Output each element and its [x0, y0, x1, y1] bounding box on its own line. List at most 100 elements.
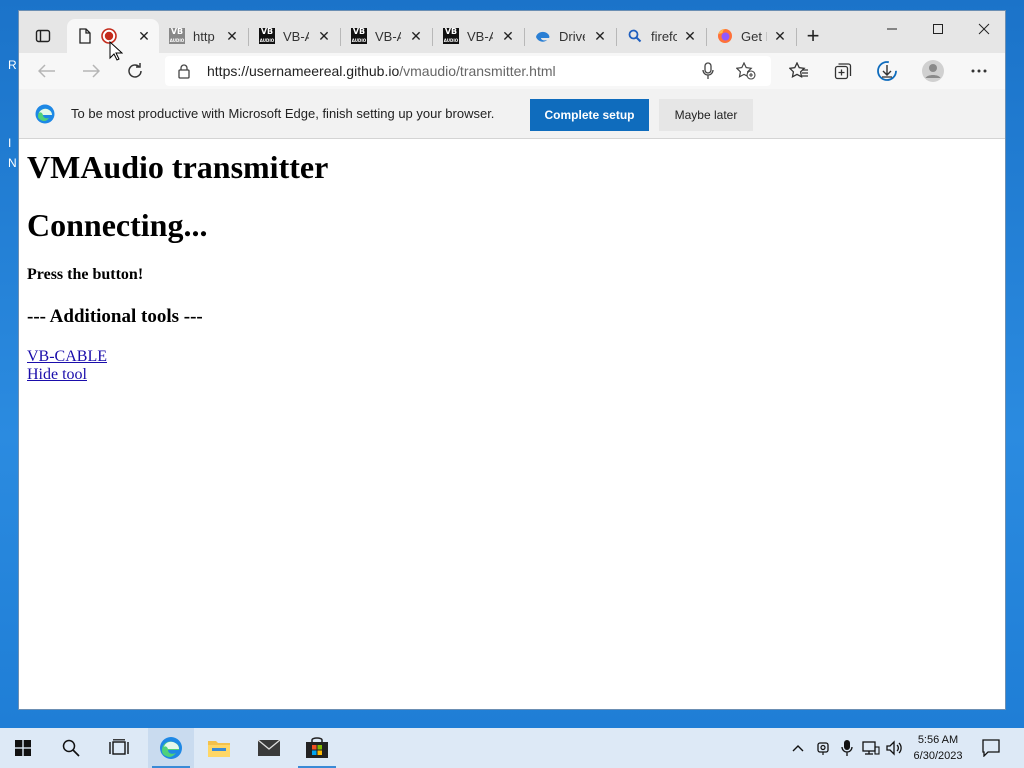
tab-actions-button[interactable]: [29, 23, 57, 49]
favorites-icon: [789, 62, 808, 79]
url-path: /vmaudio/transmitter.html: [399, 63, 556, 79]
taskbar-file-explorer[interactable]: [196, 728, 242, 768]
show-hidden-icons-button[interactable]: [788, 738, 808, 758]
taskbar-store[interactable]: [294, 728, 340, 768]
edge-icon: [160, 737, 182, 759]
edge-drive-icon: [535, 28, 551, 44]
forward-button[interactable]: [77, 59, 105, 83]
setup-infobar: To be most productive with Microsoft Edg…: [19, 89, 1005, 139]
new-tab-button[interactable]: +: [801, 25, 825, 49]
start-button[interactable]: [0, 728, 46, 768]
more-icon: [971, 69, 987, 73]
edge-logo-icon: [35, 104, 55, 124]
browser-toolbar: https://usernameereal.github.io/vmaudio/…: [19, 53, 1005, 89]
taskbar-mail[interactable]: [246, 728, 292, 768]
download-icon: [877, 61, 897, 81]
tab-label: Get I: [741, 28, 767, 44]
lock-icon[interactable]: [177, 63, 191, 84]
complete-setup-button[interactable]: Complete setup: [530, 99, 649, 131]
tab-get-firefox[interactable]: Get I ✕: [707, 19, 795, 53]
firefox-icon: [717, 28, 733, 44]
tray-volume[interactable]: [885, 738, 905, 758]
profile-button[interactable]: [919, 59, 947, 83]
collections-button[interactable]: [829, 59, 857, 83]
volume-icon: [886, 740, 902, 756]
voice-search-button[interactable]: [697, 61, 719, 81]
notifications-button[interactable]: [981, 738, 1001, 758]
windows-icon: [15, 740, 31, 756]
tray-network[interactable]: [861, 738, 881, 758]
page-title: VMAudio transmitter: [27, 149, 329, 185]
network-icon: [862, 741, 880, 755]
add-favorite-button[interactable]: [735, 61, 757, 81]
tab-close-icon[interactable]: ✕: [773, 28, 787, 45]
task-view-icon: [109, 739, 129, 755]
tray-webcam[interactable]: [813, 738, 833, 758]
tab-label: VB-A: [375, 28, 401, 44]
vb-cable-link[interactable]: VB-CABLE: [27, 348, 999, 366]
chevron-up-icon: [792, 745, 804, 752]
star-add-icon: [736, 62, 756, 80]
tools-heading: --- Additional tools ---: [27, 306, 203, 327]
address-bar[interactable]: https://usernameereal.github.io/vmaudio/…: [165, 56, 771, 86]
mail-icon: [257, 739, 281, 756]
tab-close-icon[interactable]: ✕: [225, 28, 239, 45]
back-button[interactable]: [33, 59, 61, 83]
search-button[interactable]: [48, 728, 94, 768]
camera-icon: [817, 742, 829, 755]
tab-label: VB-A: [283, 28, 309, 44]
hide-tool-link[interactable]: Hide tool: [27, 366, 999, 384]
search-icon: [627, 28, 643, 44]
tab-close-icon[interactable]: ✕: [137, 28, 151, 45]
taskbar-clock[interactable]: 5:56 AM 6/30/2023: [905, 732, 971, 764]
tab-vb-audio-3[interactable]: VBAUDIO VB-A ✕: [433, 19, 523, 53]
minimize-button[interactable]: [869, 15, 915, 43]
tab-close-icon[interactable]: ✕: [317, 28, 331, 45]
refresh-icon: [128, 63, 142, 78]
maximize-icon: [933, 24, 943, 34]
folder-icon: [208, 741, 230, 757]
mouse-cursor-icon: [109, 41, 123, 61]
search-icon: [62, 739, 80, 757]
desktop-icon-label: R: [8, 58, 17, 72]
tab-http[interactable]: VB AUDIO http ✕: [159, 19, 247, 53]
tab-label: http: [193, 28, 215, 44]
url-text[interactable]: https://usernameereal.github.io/vmaudio/…: [207, 63, 556, 79]
tab-close-icon[interactable]: ✕: [683, 28, 697, 45]
tray-microphone[interactable]: [837, 738, 857, 758]
task-view-button[interactable]: [96, 728, 142, 768]
browser-window: ✕ VBAUDIO http ✕ VBAUDIO VB-A ✕ VBAUDIO …: [18, 10, 1006, 710]
taskbar: 5:56 AM 6/30/2023: [0, 728, 1024, 768]
tab-firefox-search[interactable]: firefo ✕: [617, 19, 705, 53]
forward-arrow-icon: [83, 64, 100, 78]
tab-close-icon[interactable]: ✕: [409, 28, 423, 45]
collections-icon: [834, 63, 852, 80]
downloads-button[interactable]: [873, 59, 901, 83]
page-icon: [77, 28, 93, 44]
close-icon: [978, 23, 990, 35]
vb-icon: VB AUDIO: [169, 27, 185, 44]
settings-menu-button[interactable]: [965, 59, 993, 83]
clock-date: 6/30/2023: [913, 750, 963, 762]
tab-close-icon[interactable]: ✕: [593, 28, 607, 45]
taskbar-edge[interactable]: [148, 728, 194, 768]
url-host: https://usernameereal.github.io: [207, 63, 400, 79]
tab-label: firefo: [651, 28, 677, 44]
maximize-button[interactable]: [915, 15, 961, 43]
maybe-later-button[interactable]: Maybe later: [659, 99, 753, 131]
favorites-button[interactable]: [785, 59, 813, 83]
tab-drive[interactable]: Drive ✕: [525, 19, 615, 53]
plus-icon: +: [806, 23, 820, 48]
refresh-button[interactable]: [121, 59, 149, 83]
infobar-message: To be most productive with Microsoft Edg…: [71, 106, 495, 121]
tab-vb-audio-2[interactable]: VBAUDIO VB-A ✕: [341, 19, 431, 53]
connection-status: Connecting...: [27, 207, 208, 243]
tab-close-icon[interactable]: ✕: [501, 28, 515, 45]
instruction-text: Press the button!: [27, 266, 144, 283]
tab-label: Drive: [559, 28, 585, 44]
avatar-icon: [922, 60, 944, 82]
close-window-button[interactable]: [961, 15, 1005, 43]
page-content: VMAudio transmitter Connecting... Press …: [19, 140, 1005, 709]
vb-icon: VB AUDIO: [259, 27, 275, 44]
tab-vb-audio-1[interactable]: VBAUDIO VB-A ✕: [249, 19, 339, 53]
